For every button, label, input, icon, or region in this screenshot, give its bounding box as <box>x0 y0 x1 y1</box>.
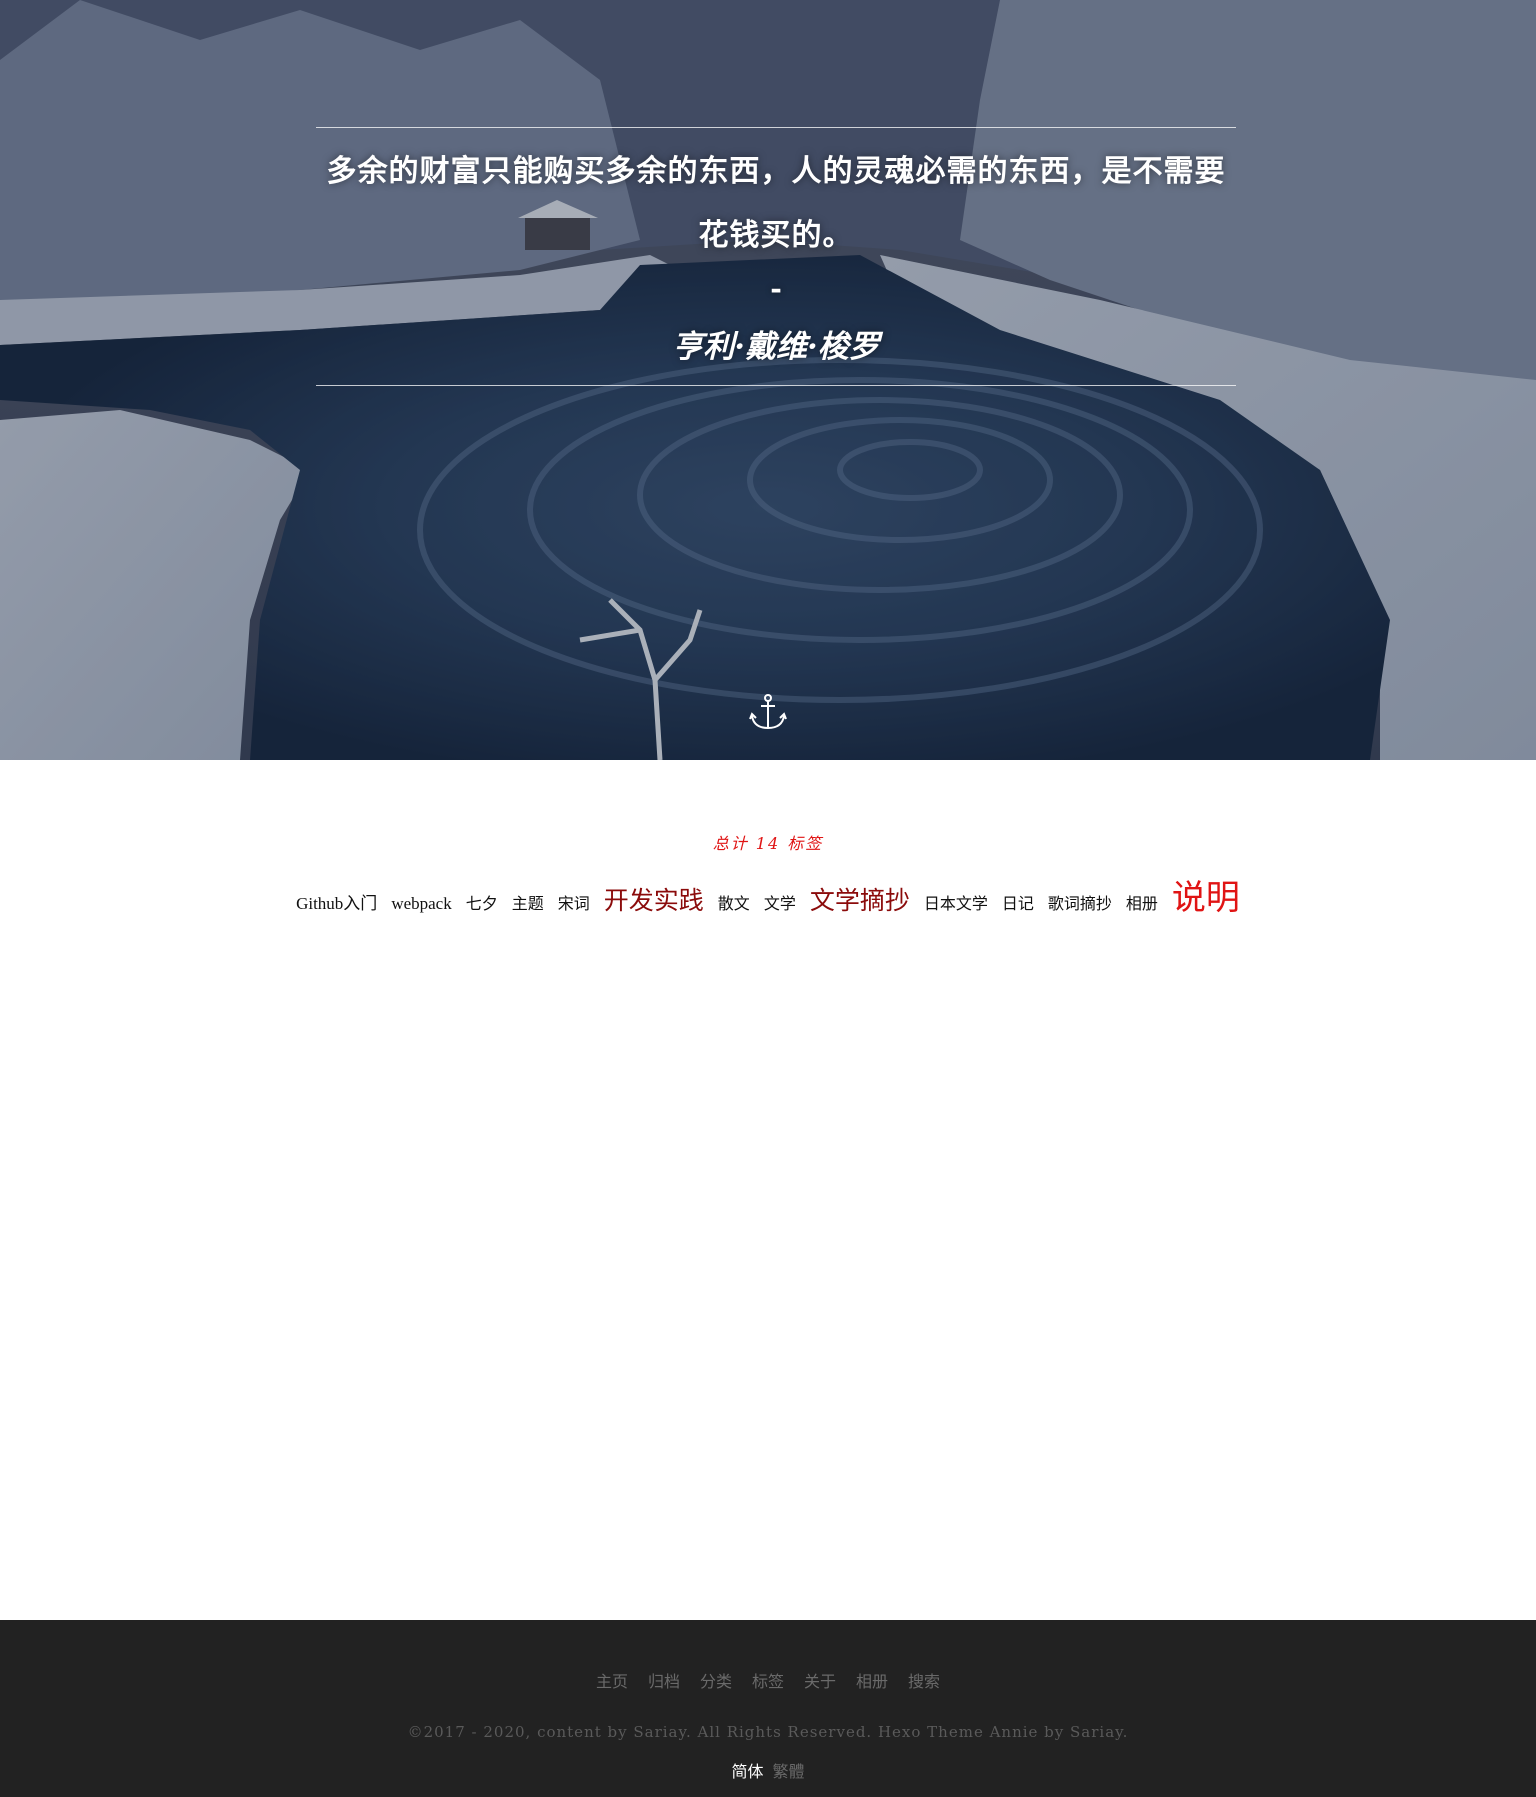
tag-github[interactable]: Github入门 <box>296 889 377 914</box>
footer-nav: 主页 归档 分类 标签 关于 相册 搜索 <box>0 1668 1536 1692</box>
tag-webpack[interactable]: webpack <box>391 894 451 914</box>
tag-prose[interactable]: 散文 <box>718 890 750 914</box>
quote-text: 多余的财富只能购买多余的东西，人的灵魂必需的东西，是不需要花钱买的。 <box>326 154 1226 253</box>
hero-banner: 多余的财富只能购买多余的东西，人的灵魂必需的东西，是不需要花钱买的。 - 亨利·… <box>0 0 1536 760</box>
footer-link-home[interactable]: 主页 <box>596 1668 628 1692</box>
footer-link-archive[interactable]: 归档 <box>648 1668 680 1692</box>
tags-section: 总计 14 标签 Github入门 webpack 七夕 主题 宋词 开发实践 … <box>0 760 1536 1620</box>
quote-author: 亨利·戴维·梭罗 <box>672 329 880 365</box>
footer-link-search[interactable]: 搜索 <box>908 1668 940 1692</box>
tag-explanation[interactable]: 说明 <box>1172 870 1240 919</box>
tags-total-count: 总计 14 标签 <box>712 834 824 853</box>
anchor-icon[interactable] <box>748 692 788 732</box>
tag-diary[interactable]: 日记 <box>1002 890 1034 914</box>
tag-cloud: Github入门 webpack 七夕 主题 宋词 开发实践 散文 文学 文学摘… <box>0 870 1536 920</box>
tag-dev-practice[interactable]: 开发实践 <box>604 881 704 917</box>
lang-traditional-link[interactable]: 繁體 <box>773 1762 805 1781</box>
tag-japanese-literature[interactable]: 日本文学 <box>924 890 988 914</box>
tag-literature[interactable]: 文学 <box>764 890 796 914</box>
lang-simplified-link[interactable]: 简体 <box>731 1762 763 1781</box>
footer-link-tags[interactable]: 标签 <box>752 1668 784 1692</box>
footer-link-categories[interactable]: 分类 <box>700 1668 732 1692</box>
copyright-text: ©2017 - 2020, content by Sariay. All Rig… <box>407 1723 1129 1741</box>
tag-songci[interactable]: 宋词 <box>558 890 590 914</box>
tag-qixi[interactable]: 七夕 <box>466 890 498 914</box>
tag-lyrics-excerpts[interactable]: 歌词摘抄 <box>1048 890 1112 914</box>
tag-album[interactable]: 相册 <box>1126 890 1158 914</box>
tag-literature-excerpts[interactable]: 文学摘抄 <box>810 881 910 917</box>
footer-link-album[interactable]: 相册 <box>856 1668 888 1692</box>
language-switcher: 简体 繁體 <box>0 1758 1536 1782</box>
footer-link-about[interactable]: 关于 <box>804 1668 836 1692</box>
tag-theme[interactable]: 主题 <box>512 890 544 914</box>
hero-quote-box: 多余的财富只能购买多余的东西，人的灵魂必需的东西，是不需要花钱买的。 - 亨利·… <box>316 127 1236 386</box>
quote-separator: - <box>770 272 782 305</box>
footer: 主页 归档 分类 标签 关于 相册 搜索 ©2017 - 2020, conte… <box>0 1620 1536 1797</box>
